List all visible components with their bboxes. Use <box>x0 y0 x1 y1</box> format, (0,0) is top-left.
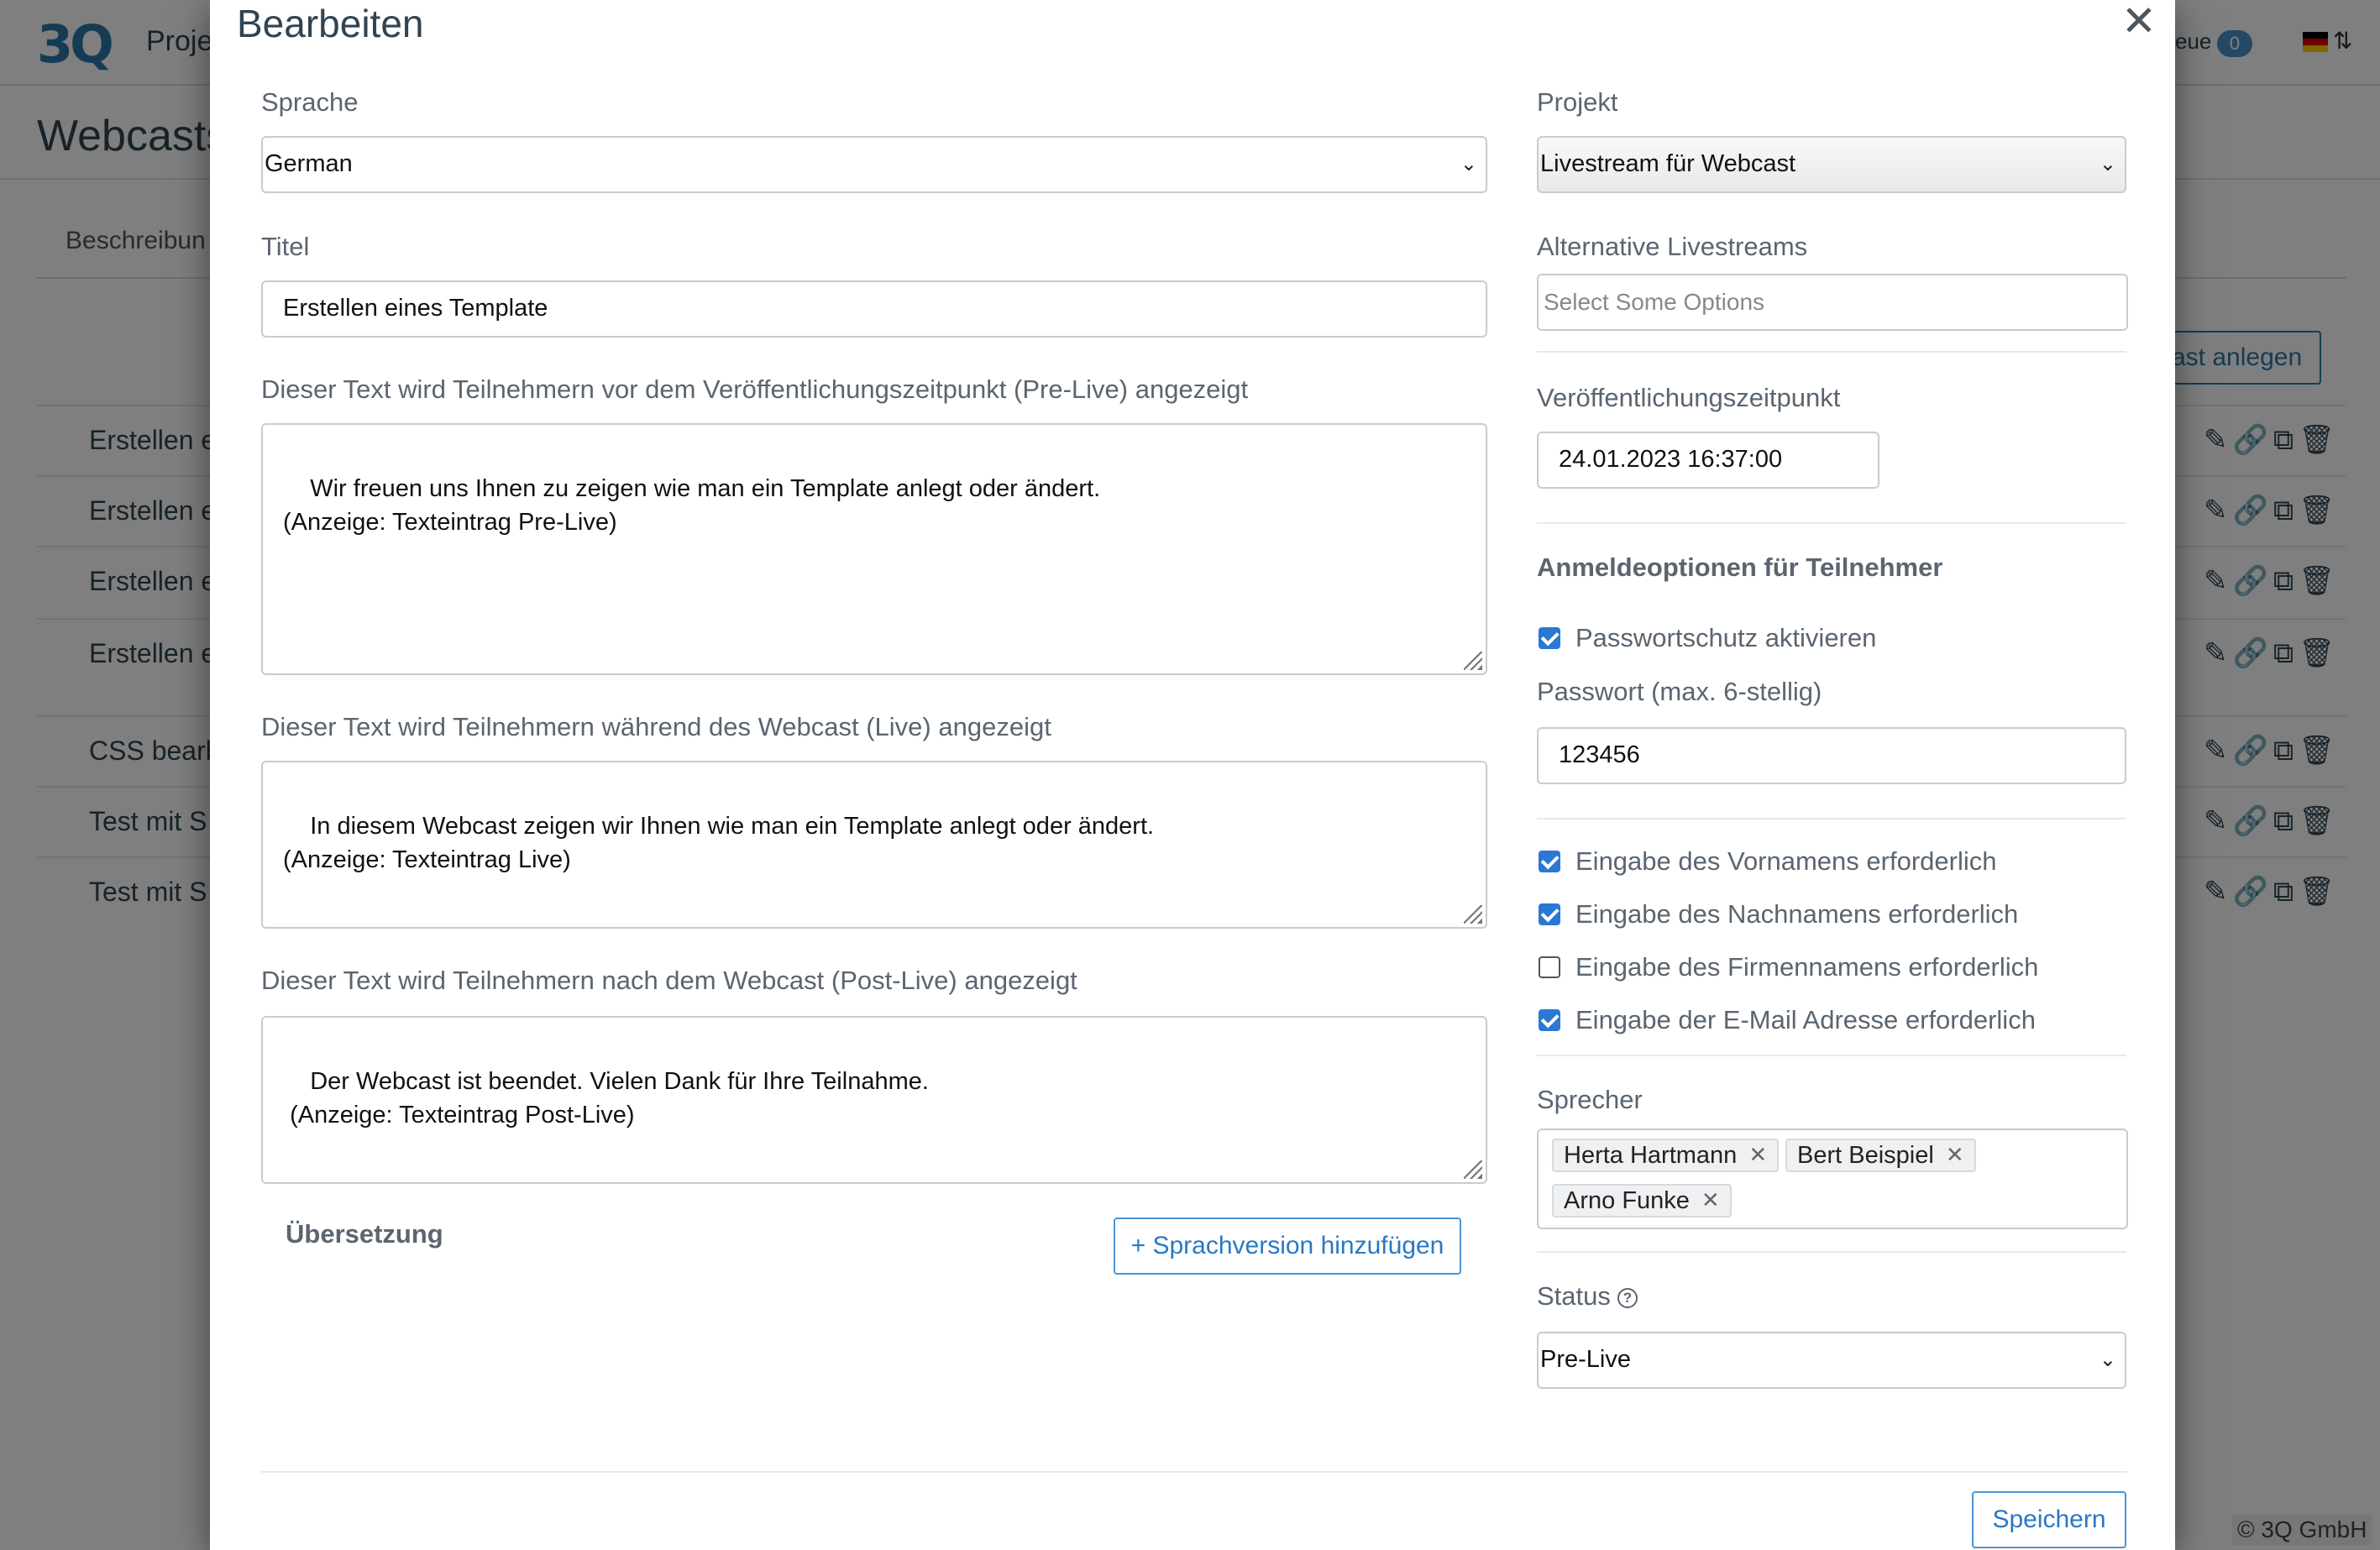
speaker-tag: Arno Funke ✕ <box>1552 1184 1732 1217</box>
live-text-label: Dieser Text wird Teilnehmern während des… <box>261 712 1051 741</box>
live-textarea[interactable]: In diesem Webcast zeigen wir Ihnen wie m… <box>261 761 1487 929</box>
require-lastname-checkbox[interactable]: Eingabe des Nachnamens erforderlich <box>1539 899 2018 929</box>
status-label-text: Status <box>1537 1281 1611 1311</box>
chevron-down-icon: ⌄ <box>2099 1348 2116 1371</box>
alt-streams-multiselect[interactable]: Select Some Options <box>1537 274 2128 331</box>
postlive-textarea[interactable]: Der Webcast ist beendet. Vielen Dank für… <box>261 1016 1487 1184</box>
resize-grip-icon[interactable] <box>1464 905 1482 924</box>
chevron-down-icon: ⌄ <box>1460 152 1477 175</box>
edit-modal: Bearbeiten ✕ Sprache German ⌄ Titel Erst… <box>210 0 2175 1550</box>
save-button[interactable]: Speichern <box>1972 1491 2126 1548</box>
title-input[interactable]: Erstellen eines Template <box>261 280 1487 338</box>
checkbox-checked-icon[interactable] <box>1539 1009 1560 1031</box>
checkbox-unchecked-icon[interactable] <box>1539 956 1560 978</box>
add-language-version-button[interactable]: + Sprachversion hinzufügen <box>1114 1217 1461 1275</box>
speakers-label: Sprecher <box>1537 1085 1643 1114</box>
divider <box>1537 351 2126 353</box>
checkbox-checked-icon[interactable] <box>1539 627 1560 649</box>
resize-grip-icon[interactable] <box>1464 652 1482 670</box>
resize-grip-icon[interactable] <box>1464 1160 1482 1179</box>
remove-tag-icon[interactable]: ✕ <box>1946 1140 1964 1170</box>
alt-streams-label: Alternative Livestreams <box>1537 232 1808 261</box>
status-value: Pre-Live <box>1540 1346 1631 1373</box>
translation-heading: Übersetzung <box>286 1219 443 1249</box>
language-label: Sprache <box>261 87 359 117</box>
status-select[interactable]: Pre-Live ⌄ <box>1537 1332 2126 1389</box>
postlive-text-label: Dieser Text wird Teilnehmern nach dem We… <box>261 966 1077 995</box>
publish-time-label: Veröffentlichungszeitpunkt <box>1537 383 1841 412</box>
signup-options-heading: Anmeldeoptionen für Teilnehmer <box>1537 552 1943 582</box>
password-protect-checkbox[interactable]: Passwortschutz aktivieren <box>1539 623 1876 653</box>
project-label: Projekt <box>1537 87 1618 117</box>
language-value: German <box>265 150 353 177</box>
project-select[interactable]: Livestream für Webcast ⌄ <box>1537 136 2126 193</box>
divider <box>1537 818 2126 820</box>
title-value: Erstellen eines Template <box>283 295 548 322</box>
status-label: Status? <box>1537 1281 1638 1312</box>
require-company-checkbox[interactable]: Eingabe des Firmennamens erforderlich <box>1539 952 2038 982</box>
checkbox-label: Eingabe des Nachnamens erforderlich <box>1575 899 2019 929</box>
title-label: Titel <box>261 232 310 261</box>
divider <box>1537 522 2126 524</box>
password-input[interactable]: 123456 <box>1537 727 2126 784</box>
publish-time-value: 24.01.2023 16:37:00 <box>1559 446 1783 473</box>
speaker-name: Herta Hartmann <box>1564 1142 1738 1169</box>
language-select[interactable]: German ⌄ <box>261 136 1487 193</box>
require-firstname-checkbox[interactable]: Eingabe des Vornamens erforderlich <box>1539 846 1996 877</box>
modal-title: Bearbeiten <box>237 2 424 45</box>
speaker-tag: Herta Hartmann ✕ <box>1552 1139 1780 1172</box>
close-icon[interactable]: ✕ <box>2118 0 2160 42</box>
prelive-text: Wir freuen uns Ihnen zu zeigen wie man e… <box>283 475 1101 536</box>
modal-footer-divider <box>261 1471 2127 1473</box>
checkbox-label: Eingabe der E-Mail Adresse erforderlich <box>1575 1005 2036 1034</box>
divider <box>1537 1055 2126 1056</box>
remove-tag-icon[interactable]: ✕ <box>1748 1140 1767 1170</box>
publish-time-input[interactable]: 24.01.2023 16:37:00 <box>1537 432 1879 489</box>
prelive-text-label: Dieser Text wird Teilnehmern vor dem Ver… <box>261 374 1249 404</box>
project-value: Livestream für Webcast <box>1540 150 1796 177</box>
checkbox-checked-icon[interactable] <box>1539 903 1560 925</box>
password-label: Passwort (max. 6-stellig) <box>1537 677 1822 706</box>
alt-streams-placeholder: Select Some Options <box>1544 289 1765 315</box>
speaker-name: Bert Beispiel <box>1797 1142 1934 1169</box>
checkbox-label: Eingabe des Firmennamens erforderlich <box>1575 952 2039 982</box>
prelive-textarea[interactable]: Wir freuen uns Ihnen zu zeigen wie man e… <box>261 423 1487 675</box>
checkbox-label: Eingabe des Vornamens erforderlich <box>1575 846 1997 876</box>
speaker-tag: Bert Beispiel ✕ <box>1785 1139 1976 1172</box>
checkbox-checked-icon[interactable] <box>1539 851 1560 872</box>
postlive-text: Der Webcast ist beendet. Vielen Dank für… <box>290 1068 929 1128</box>
chevron-down-icon: ⌄ <box>2099 152 2116 175</box>
require-email-checkbox[interactable]: Eingabe der E-Mail Adresse erforderlich <box>1539 1005 2036 1035</box>
divider <box>1537 1251 2126 1253</box>
remove-tag-icon[interactable]: ✕ <box>1701 1186 1720 1216</box>
help-icon[interactable]: ? <box>1617 1287 1638 1308</box>
password-protect-label: Passwortschutz aktivieren <box>1575 623 1877 652</box>
live-text: In diesem Webcast zeigen wir Ihnen wie m… <box>283 813 1155 873</box>
speaker-name: Arno Funke <box>1564 1187 1690 1214</box>
password-value: 123456 <box>1559 741 1640 768</box>
